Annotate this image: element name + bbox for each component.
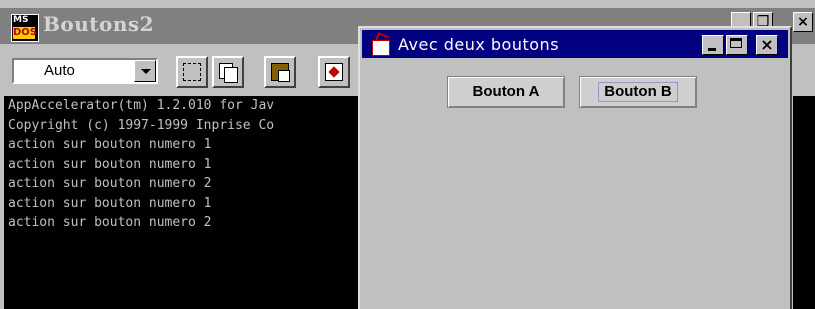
console-line: AppAccelerator(tm) 1.2.010 for Jav: [8, 98, 275, 113]
console-close-button[interactable]: ×: [793, 12, 813, 32]
console-line: Copyright (c) 1997-1999 Inprise Co: [8, 117, 275, 133]
java-frame-title: Avec deux boutons: [398, 35, 560, 54]
java-frame-titlebar[interactable]: Avec deux boutons ×: [362, 30, 788, 58]
paste-icon: [271, 63, 290, 82]
console-output[interactable]: AppAccelerator(tm) 1.2.010 for Jav Copyr…: [4, 96, 360, 309]
console-line: action sur bouton numero 1: [8, 156, 212, 172]
bouton-b-button[interactable]: Bouton B: [579, 76, 697, 108]
ms-dos-icon: MS DOS: [11, 14, 39, 42]
bouton-a-button[interactable]: Bouton A: [447, 76, 565, 108]
java-frame-window: Avec deux boutons × Bouton A Bouton B: [358, 26, 792, 309]
paste-button[interactable]: [264, 56, 296, 88]
fullscreen-icon: [325, 63, 343, 81]
frame-maximize-button[interactable]: [726, 35, 748, 55]
console-line: action sur bouton numero 2: [8, 215, 212, 230]
mark-button[interactable]: [176, 56, 208, 88]
frame-minimize-button[interactable]: [702, 35, 724, 55]
console-line: action sur bouton numero 2: [8, 176, 212, 191]
copy-button[interactable]: [212, 56, 244, 88]
fullscreen-button[interactable]: [318, 56, 350, 88]
mark-icon: [183, 63, 201, 81]
chevron-down-icon[interactable]: [134, 60, 156, 82]
copy-icon: [219, 63, 238, 83]
java-cup-icon: [368, 32, 394, 56]
console-output-edge: [793, 96, 815, 309]
font-size-select[interactable]: Auto: [12, 58, 158, 84]
console-line: action sur bouton numero 1: [8, 137, 212, 152]
console-line: action sur bouton numero 1: [8, 195, 212, 211]
frame-close-button[interactable]: ×: [756, 35, 778, 55]
console-title: Boutons2: [43, 12, 155, 36]
font-size-value: Auto: [44, 62, 75, 79]
